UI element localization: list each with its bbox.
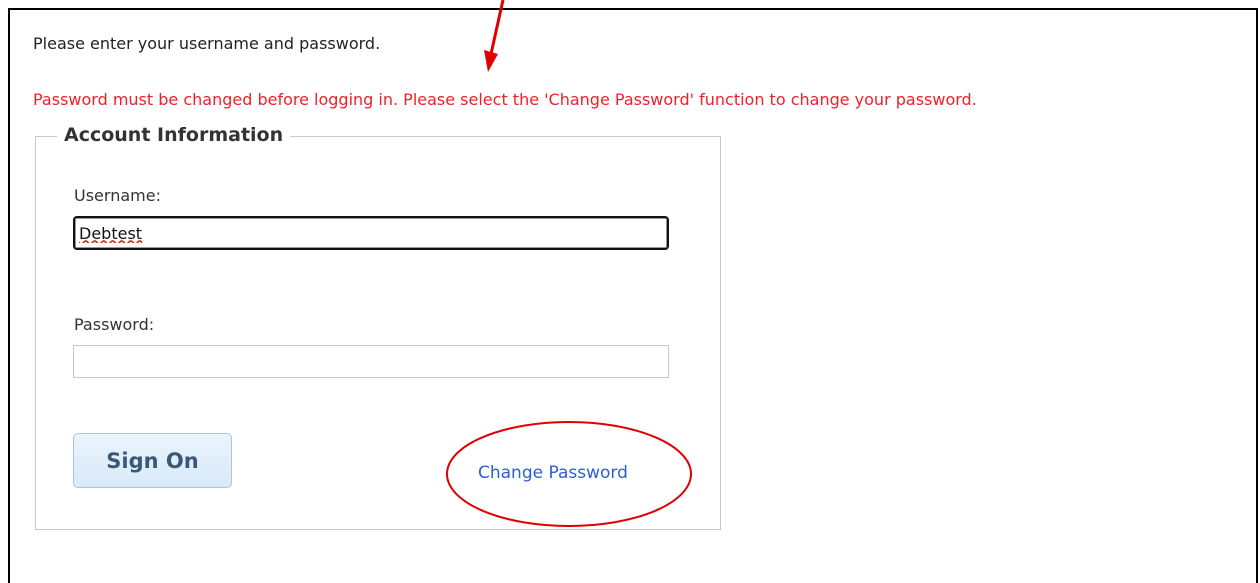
fieldset-legend: Account Information [57, 124, 291, 146]
instruction-text: Please enter your username and password. [33, 34, 381, 53]
password-label: Password: [74, 315, 155, 334]
change-password-link[interactable]: Change Password [478, 463, 628, 483]
error-message: Password must be changed before logging … [33, 90, 977, 109]
username-label: Username: [74, 186, 161, 205]
sign-on-button[interactable]: Sign On [73, 433, 232, 488]
username-input[interactable] [73, 216, 669, 250]
password-input[interactable] [73, 345, 669, 378]
